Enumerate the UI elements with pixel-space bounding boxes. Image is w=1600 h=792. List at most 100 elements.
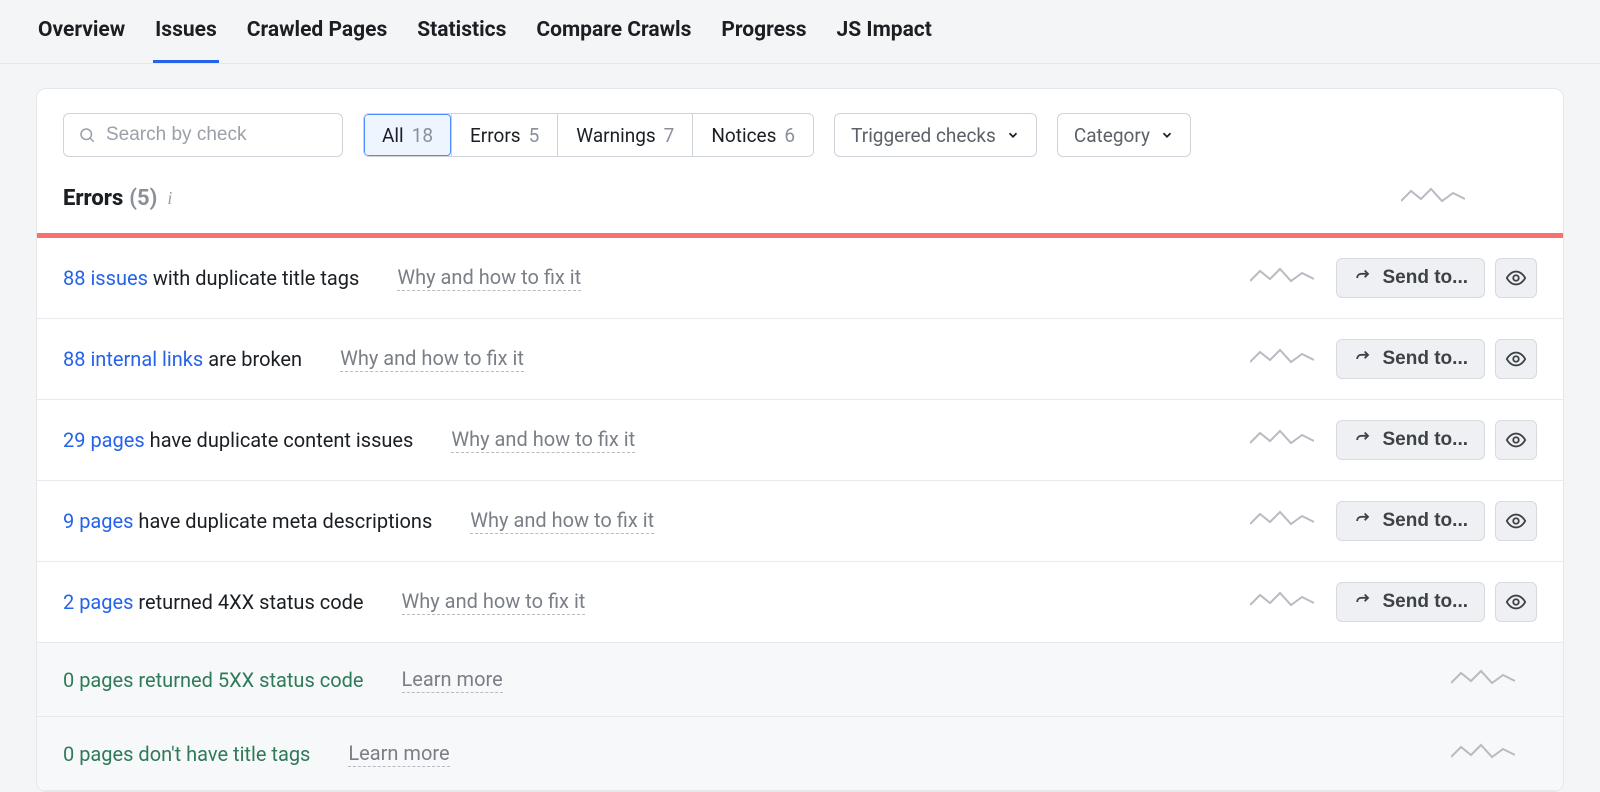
tab-crawled-pages[interactable]: Crawled Pages: [245, 0, 389, 63]
tab-compare-crawls[interactable]: Compare Crawls: [534, 0, 693, 63]
issue-row: 2 pages returned 4XX status code Why and …: [37, 562, 1563, 643]
send-label: Send to...: [1383, 591, 1469, 613]
send-to-button[interactable]: Send to...: [1336, 582, 1486, 622]
chevron-down-icon: [1006, 128, 1020, 142]
eye-icon: [1505, 429, 1527, 451]
fix-link[interactable]: Why and how to fix it: [451, 427, 635, 453]
issue-row: 29 pages have duplicate content issues Wh…: [37, 400, 1563, 481]
issue-row: 9 pages have duplicate meta descriptions…: [37, 481, 1563, 562]
issue-text: 2 pages returned 4XX status code: [63, 590, 364, 614]
eye-icon: [1505, 267, 1527, 289]
dropdown-label: Triggered checks: [851, 124, 996, 147]
send-label: Send to...: [1383, 510, 1469, 532]
sparkline-icon: [1250, 589, 1314, 611]
issue-text: 0 pages don't have title tags: [63, 742, 310, 766]
arrow-icon: [1353, 349, 1373, 369]
tab-statistics[interactable]: Statistics: [415, 0, 508, 63]
send-to-button[interactable]: Send to...: [1336, 339, 1486, 379]
sparkline-icon: [1401, 185, 1487, 211]
issue-link[interactable]: 9 pages: [63, 509, 133, 533]
search-icon: [78, 126, 96, 144]
issue-text: 88 issues with duplicate title tags: [63, 266, 359, 290]
issue-row: 0 pages don't have title tags Learn more: [37, 717, 1563, 791]
filter-label: Notices: [711, 124, 776, 147]
issue-row: 88 issues with duplicate title tags Why a…: [37, 238, 1563, 319]
arrow-icon: [1353, 268, 1373, 288]
sparkline-icon: [1250, 508, 1314, 530]
send-to-button[interactable]: Send to...: [1336, 501, 1486, 541]
sparkline-icon: [1250, 427, 1314, 449]
send-to-button[interactable]: Send to...: [1336, 420, 1486, 460]
issue-rest: returned 4XX status code: [133, 590, 363, 614]
issue-link[interactable]: 88 internal links: [63, 347, 203, 371]
filter-errors[interactable]: Errors 5: [451, 114, 557, 156]
sparkline: [1250, 346, 1336, 372]
filter-count: 7: [664, 124, 675, 147]
issue-text: 29 pages have duplicate content issues: [63, 428, 413, 452]
fix-link[interactable]: Why and how to fix it: [397, 265, 581, 291]
learn-more-link[interactable]: Learn more: [402, 667, 503, 693]
section-title: Errors: [63, 186, 123, 211]
sparkline-icon: [1250, 346, 1314, 368]
filter-count: 5: [529, 124, 540, 147]
issue-text: 88 internal links are broken: [63, 347, 302, 371]
issue-link[interactable]: 29 pages: [63, 428, 145, 452]
search-input-wrap[interactable]: [63, 113, 343, 157]
learn-more-link[interactable]: Learn more: [348, 741, 449, 767]
search-input[interactable]: [106, 124, 328, 146]
issue-link[interactable]: 88 issues: [63, 266, 148, 290]
filter-label: All: [382, 124, 404, 147]
view-button[interactable]: [1495, 501, 1537, 541]
category-dropdown[interactable]: Category: [1057, 113, 1191, 157]
eye-icon: [1505, 591, 1527, 613]
top-tabs: Overview Issues Crawled Pages Statistics…: [0, 0, 1600, 64]
dropdown-label: Category: [1074, 124, 1150, 147]
issue-row: 88 internal links are broken Why and how …: [37, 319, 1563, 400]
panel-controls: All 18 Errors 5 Warnings 7 Notices 6 Tri…: [37, 89, 1563, 175]
send-label: Send to...: [1383, 267, 1469, 289]
fix-link[interactable]: Why and how to fix it: [402, 589, 586, 615]
send-label: Send to...: [1383, 429, 1469, 451]
arrow-icon: [1353, 430, 1373, 450]
tab-issues[interactable]: Issues: [153, 0, 219, 63]
issues-panel: All 18 Errors 5 Warnings 7 Notices 6 Tri…: [36, 88, 1564, 792]
issue-link: 0 pages don't have title tags: [63, 742, 310, 766]
issue-rest: with duplicate title tags: [148, 266, 359, 290]
sparkline: [1250, 265, 1336, 291]
filter-notices[interactable]: Notices 6: [692, 114, 813, 156]
filter-all[interactable]: All 18: [364, 114, 451, 156]
issue-rest: are broken: [203, 347, 302, 371]
filter-label: Errors: [470, 124, 521, 147]
view-button[interactable]: [1495, 420, 1537, 460]
view-button[interactable]: [1495, 339, 1537, 379]
sparkline-icon: [1451, 741, 1515, 763]
issue-row: 0 pages returned 5XX status codeLearn mo…: [37, 643, 1563, 717]
section-count: (5): [129, 186, 157, 211]
arrow-icon: [1353, 511, 1373, 531]
issue-link[interactable]: 2 pages: [63, 590, 133, 614]
tab-progress[interactable]: Progress: [719, 0, 808, 63]
filter-count: 6: [784, 124, 795, 147]
sparkline-icon: [1451, 667, 1515, 689]
issue-text: 9 pages have duplicate meta descriptions: [63, 509, 432, 533]
section-header: Errors (5) i: [37, 175, 1563, 233]
eye-icon: [1505, 510, 1527, 532]
tab-overview[interactable]: Overview: [36, 0, 127, 63]
issue-rest: have duplicate meta descriptions: [133, 509, 432, 533]
sparkline: [1250, 427, 1336, 453]
info-icon[interactable]: i: [167, 188, 172, 209]
send-to-button[interactable]: Send to...: [1336, 258, 1486, 298]
tab-js-impact[interactable]: JS Impact: [835, 0, 934, 63]
sparkline-icon: [1250, 265, 1314, 287]
sparkline: [1451, 667, 1537, 693]
filter-warnings[interactable]: Warnings 7: [557, 114, 692, 156]
filter-label: Warnings: [576, 124, 655, 147]
triggered-checks-dropdown[interactable]: Triggered checks: [834, 113, 1037, 157]
issue-type-filter: All 18 Errors 5 Warnings 7 Notices 6: [363, 113, 814, 157]
issues-list: 88 issues with duplicate title tags Why a…: [37, 238, 1563, 791]
sparkline: [1451, 741, 1537, 767]
view-button[interactable]: [1495, 258, 1537, 298]
view-button[interactable]: [1495, 582, 1537, 622]
fix-link[interactable]: Why and how to fix it: [340, 346, 524, 372]
fix-link[interactable]: Why and how to fix it: [470, 508, 654, 534]
